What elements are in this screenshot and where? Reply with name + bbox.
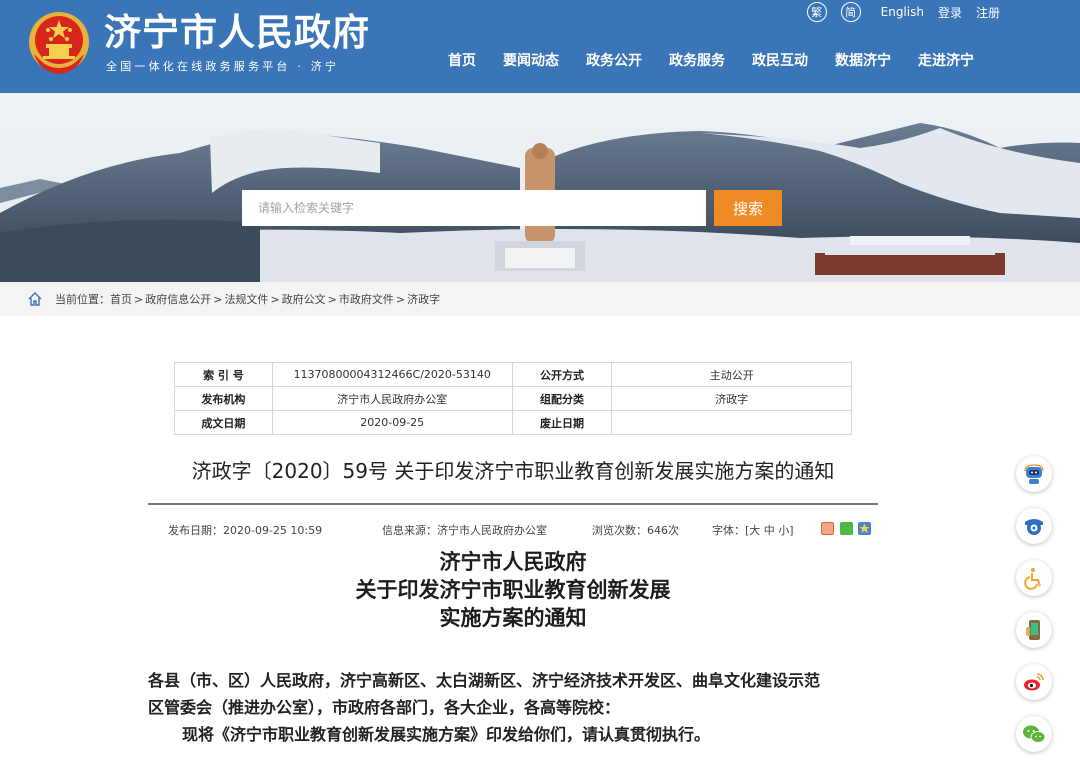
table-row: 成文日期 2020-09-25 废止日期 (174, 410, 852, 435)
accessibility-button[interactable] (1016, 560, 1052, 596)
recipients-line-1: 各县（市、区）人民政府，济宁高新区、太白湖新区、济宁经济技术开发区、曲阜文化建设… (148, 671, 821, 690)
breadcrumb-item-regulations[interactable]: 法规文件 (224, 291, 268, 307)
camera-icon (1025, 519, 1043, 535)
snowy-mountain-illustration (0, 93, 1080, 282)
nav-gov-services[interactable]: 政务服务 (669, 52, 725, 70)
login-link[interactable]: 登录 (938, 4, 962, 21)
nav-interaction[interactable]: 政民互动 (752, 52, 808, 70)
robot-assistant-icon (1024, 464, 1044, 484)
document-info-bar: 发布日期：2020-09-25 10:59 信息来源：济宁市人民政府办公室 浏览… (168, 522, 880, 538)
english-link[interactable]: English (881, 5, 924, 19)
weibo-button[interactable] (1016, 664, 1052, 700)
breadcrumb-separator: > (270, 292, 280, 306)
breadcrumb: 当前位置： 首页 > 政府信息公开 > 法规文件 > 政府公文 > 市政府文件 … (0, 282, 1080, 316)
breadcrumb-item-home[interactable]: 首页 (110, 291, 132, 307)
publisher-label: 发布机构 (174, 386, 273, 411)
repeal-date-value (611, 410, 852, 435)
document-title: 济政字〔2020〕59号 关于印发济宁市职业教育创新发展实施方案的通知 (191, 459, 835, 483)
search-button[interactable]: 搜索 (714, 190, 782, 226)
category-value: 济政字 (611, 386, 852, 411)
heading-line: 济宁市人民政府 (439, 549, 587, 574)
register-link[interactable]: 注册 (976, 4, 1000, 21)
index-number-label: 索 引 号 (174, 362, 273, 387)
body-paragraph: 现将《济宁市职业教育创新发展实施方案》印发给你们，请认真贯彻执行。 (182, 725, 711, 744)
nav-home[interactable]: 首页 (448, 52, 476, 70)
publish-date: 发布日期：2020-09-25 10:59 (168, 524, 323, 537)
home-icon[interactable] (27, 291, 43, 307)
index-number-value: 11370800004312466C/2020-53140 (271, 362, 513, 387)
robot-assistant-button[interactable] (1016, 456, 1052, 492)
favorite-icon[interactable] (858, 522, 871, 535)
accessibility-icon (1024, 568, 1041, 590)
camera-button[interactable] (1016, 508, 1052, 544)
nav-gov-disclosure[interactable]: 政务公开 (586, 52, 642, 70)
mobile-app-button[interactable] (1016, 612, 1052, 648)
disclosure-method-label: 公开方式 (511, 362, 613, 387)
title-divider (148, 503, 878, 505)
disclosure-method-value: 主动公开 (611, 362, 852, 387)
simplified-chinese-button[interactable]: 简 (840, 2, 861, 22)
site-title[interactable]: 济宁市人民政府 (104, 10, 370, 56)
breadcrumb-separator: > (327, 292, 337, 306)
heading-line: 关于印发济宁市职业教育创新发展 (355, 577, 671, 602)
view-count: 浏览次数：646次 (592, 524, 679, 537)
breadcrumb-separator: > (213, 292, 223, 306)
wechat-icon (1023, 725, 1046, 743)
share-weibo-icon[interactable] (821, 522, 834, 535)
main-nav: 首页 要闻动态 政务公开 政务服务 政民互动 数据济宁 走进济宁 (448, 52, 1001, 70)
national-emblem-icon (29, 12, 89, 74)
mobile-app-icon (1026, 620, 1040, 640)
document-meta-table: 索 引 号 11370800004312466C/2020-53140 公开方式… (174, 362, 852, 435)
written-date-label: 成文日期 (174, 410, 273, 435)
document-heading: 济宁市人民政府 关于印发济宁市职业教育创新发展 实施方案的通知 (148, 548, 878, 632)
search-input[interactable] (242, 190, 706, 226)
written-date-value: 2020-09-25 (271, 410, 513, 435)
nav-about-jining[interactable]: 走进济宁 (918, 52, 974, 70)
table-row: 索 引 号 11370800004312466C/2020-53140 公开方式… (174, 362, 852, 387)
weibo-icon (1024, 673, 1044, 691)
site-header: 济宁市人民政府 全国一体化在线政务服务平台 · 济宁 繁 简 English 登… (0, 0, 1080, 93)
info-source: 信息来源：济宁市人民政府办公室 (382, 524, 547, 537)
site-subtitle: 全国一体化在线政务服务平台 · 济宁 (106, 60, 340, 73)
recipients-line-2: 区管委会（推进办公室），市政府各部门，各大企业，各高等院校： (148, 698, 621, 717)
top-links: 繁 简 English 登录 注册 (806, 2, 1000, 22)
wechat-button[interactable] (1016, 716, 1052, 752)
breadcrumb-item-gov-documents[interactable]: 政府公文 (282, 291, 326, 307)
breadcrumb-separator: > (395, 292, 406, 306)
repeal-date-label: 废止日期 (511, 410, 613, 435)
breadcrumb-separator: > (134, 292, 144, 306)
breadcrumb-prefix: 当前位置： (55, 293, 110, 306)
heading-line: 实施方案的通知 (439, 605, 587, 630)
publisher-value: 济宁市人民政府办公室 (271, 386, 513, 411)
breadcrumb-item-info-disclosure[interactable]: 政府信息公开 (145, 291, 211, 307)
traditional-chinese-button[interactable]: 繁 (806, 2, 827, 22)
breadcrumb-item-city-documents[interactable]: 市政府文件 (339, 291, 394, 307)
nav-data-jining[interactable]: 数据济宁 (835, 52, 891, 70)
table-row: 发布机构 济宁市人民政府办公室 组配分类 济政字 (174, 386, 852, 411)
nav-news[interactable]: 要闻动态 (503, 52, 559, 70)
category-label: 组配分类 (511, 386, 613, 411)
banner-image (0, 93, 1080, 282)
breadcrumb-item-jizhengzi[interactable]: 济政字 (407, 291, 440, 307)
font-size-selector[interactable]: 字体：[大 中 小] (712, 522, 794, 538)
share-wechat-icon[interactable] (840, 522, 853, 535)
